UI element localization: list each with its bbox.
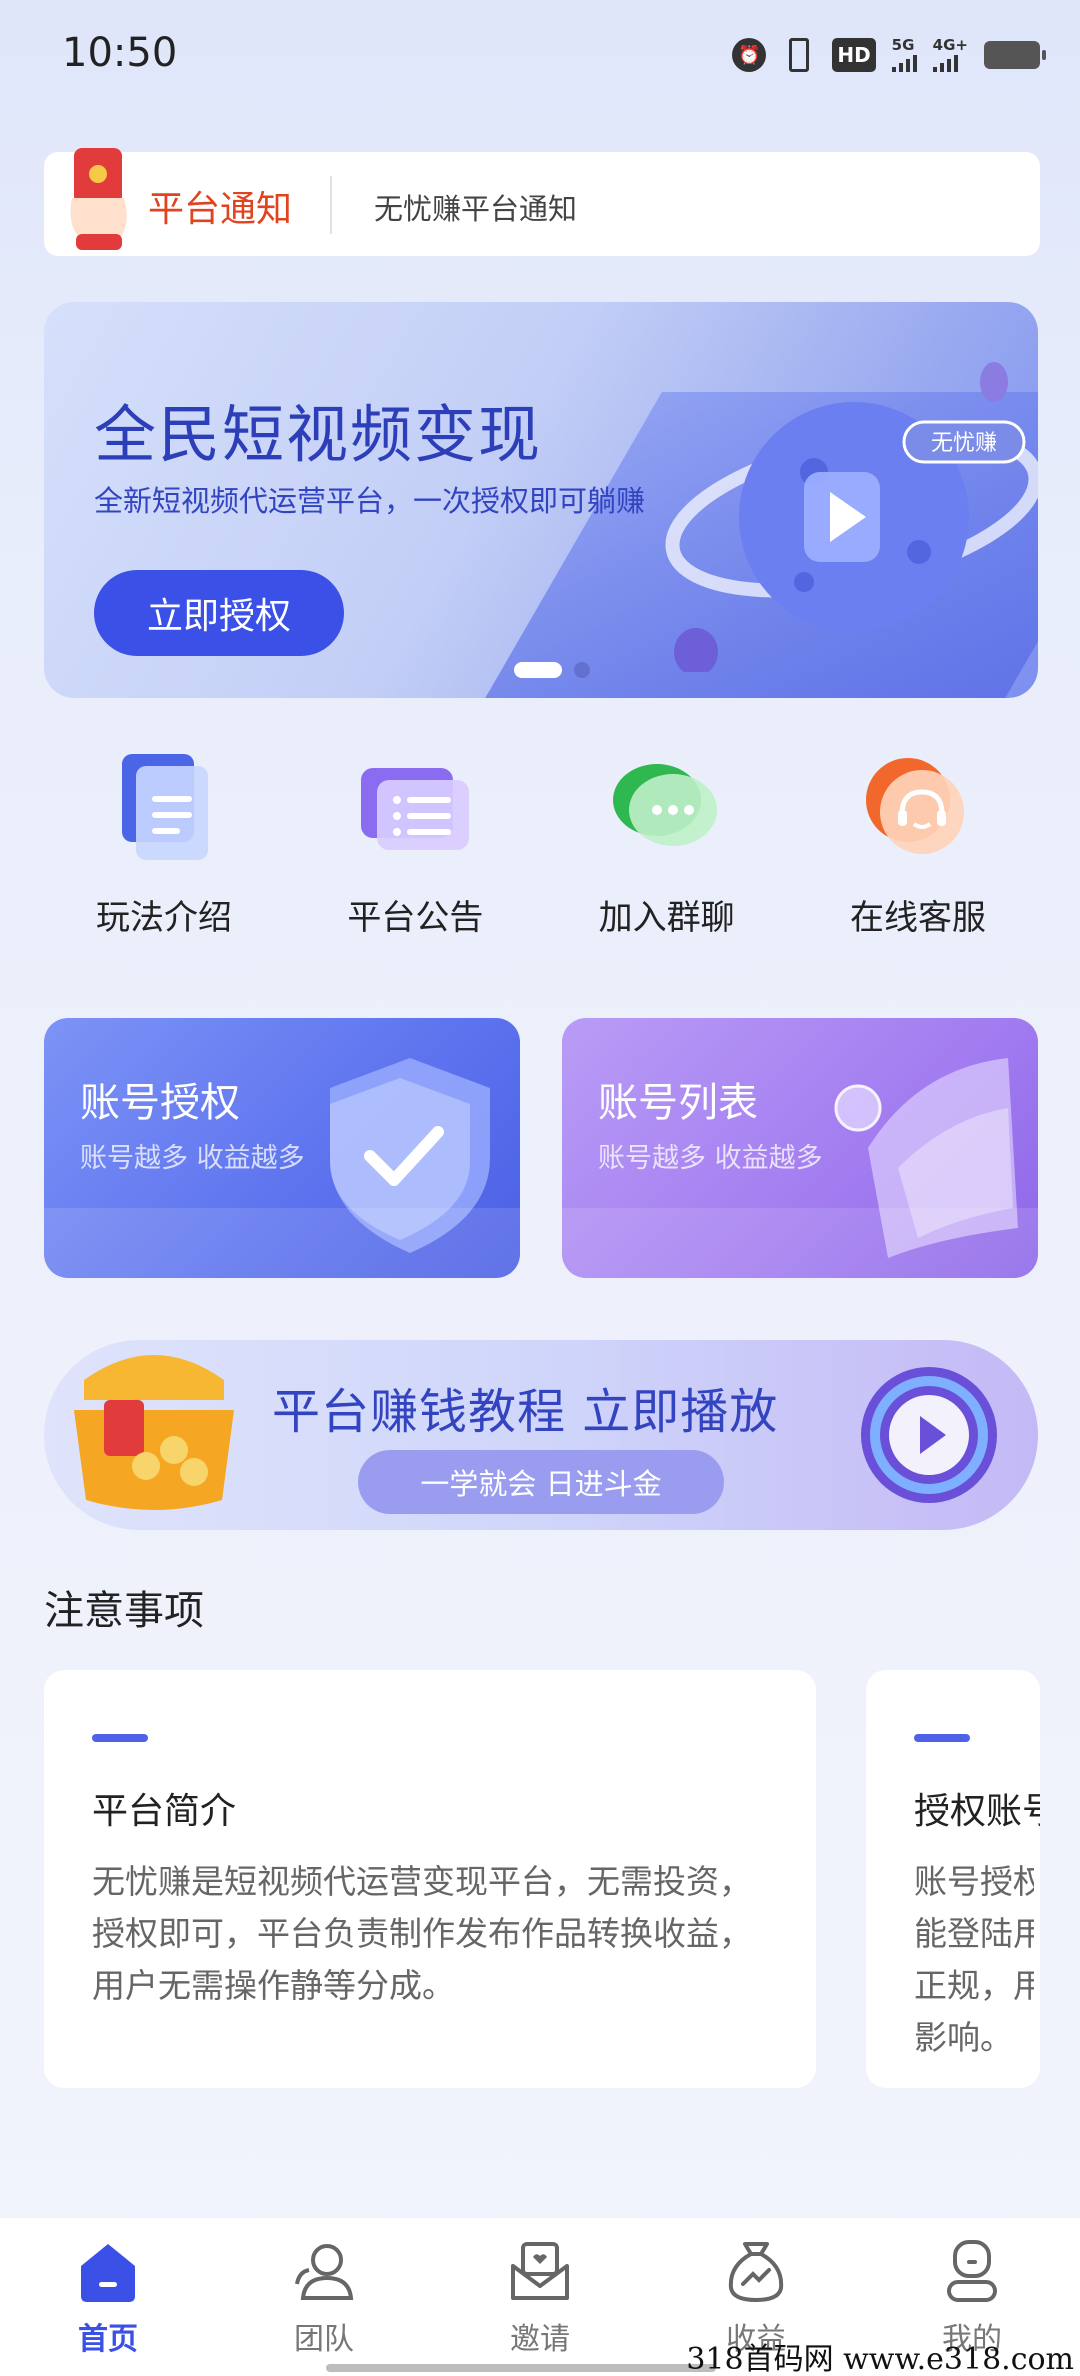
nav-label: 邀请	[510, 2322, 570, 2357]
notice-title: 平台通知	[148, 189, 293, 230]
nav-label: 首页	[78, 2322, 138, 2357]
home-indicator[interactable]	[326, 2364, 716, 2372]
note-body: 账号授权 能登陆用 正规，用 影响。	[914, 1856, 1034, 2064]
note-card-platform-intro[interactable]: 平台简介 无忧赚是短视频代运营变现平台，无需投资，授权即可，平台负责制作发布作品…	[44, 1670, 816, 2088]
account-list-card[interactable]: 账号列表 账号越多 收益越多	[562, 1018, 1038, 1278]
tutorial-tagline: 一学就会 日进斗金	[358, 1450, 724, 1514]
note-accent-bar	[92, 1734, 148, 1742]
feature-title: 账号列表	[598, 1080, 758, 1126]
alarm-icon: ⏰	[732, 38, 767, 72]
status-icons: ⏰ HD 5G 4G+	[732, 38, 1046, 72]
note-body-line: 能登陆用	[914, 1914, 1034, 1953]
tutorial-title: 平台赚钱教程 立即播放	[272, 1384, 779, 1440]
authorize-now-button[interactable]: 立即授权	[94, 570, 344, 656]
banner-badge: 无忧赚	[931, 431, 997, 456]
note-accent-bar	[914, 1734, 970, 1742]
list-icon	[361, 768, 470, 850]
quick-action-label: 加入群聊	[598, 898, 735, 938]
chat-icon	[612, 764, 717, 846]
feature-title: 账号授权	[80, 1080, 240, 1126]
invite-icon	[511, 2242, 569, 2300]
status-bar: 10:50 ⏰ HD 5G 4G+	[0, 0, 1080, 110]
quick-action-customer-service[interactable]: 在线客服	[798, 748, 1038, 948]
quick-action-gameplay-intro[interactable]: 玩法介绍	[44, 748, 284, 948]
play-icon[interactable]	[858, 1364, 1000, 1506]
vibrate-icon	[782, 38, 816, 72]
profile-icon	[947, 2240, 997, 2302]
signal-4g-icon: 4G+	[932, 38, 968, 72]
note-body-line: 账号授权	[914, 1862, 1034, 1901]
quick-action-announcement[interactable]: 平台公告	[295, 748, 535, 948]
banner-title: 全民短视频变现	[94, 398, 543, 471]
headset-icon	[865, 758, 964, 854]
promo-banner[interactable]: 全民短视频变现 全新短视频代运营平台，一次授权即可躺赚 立即授权 无忧赚	[44, 302, 1038, 698]
home-icon	[81, 2244, 135, 2302]
banner-pagination	[514, 662, 590, 678]
pagination-dot-active[interactable]	[514, 662, 562, 678]
quick-action-join-group[interactable]: 加入群聊	[547, 748, 787, 948]
battery-icon	[984, 41, 1046, 69]
quick-action-label: 玩法介绍	[96, 898, 232, 938]
note-title: 平台简介	[92, 1791, 237, 1832]
status-time: 10:50	[62, 30, 178, 76]
banner-subtitle: 全新短视频代运营平台，一次授权即可躺赚	[94, 484, 646, 518]
note-body: 无忧赚是短视频代运营变现平台，无需投资，授权即可，平台负责制作发布作品转换收益，…	[92, 1862, 752, 2005]
note-title: 授权账号	[914, 1791, 1040, 1832]
notice-divider	[330, 176, 332, 234]
tutorial-banner[interactable]: 平台赚钱教程 立即播放 一学就会 日进斗金	[44, 1340, 1038, 1530]
doc-icon	[122, 754, 208, 860]
planet-play-illustration: 无忧赚	[665, 362, 1038, 672]
treasure-box-icon	[74, 1355, 234, 1510]
notes-section-title: 注意事项	[44, 1588, 204, 1634]
red-envelope-hand-icon	[70, 148, 127, 250]
hd-icon: HD	[832, 38, 876, 72]
watermark-text: 318首码网 www.e318.com	[686, 2342, 1074, 2376]
platform-notice-bar[interactable]: 平台通知 无忧赚平台通知	[44, 148, 1040, 256]
earnings-icon	[728, 2242, 784, 2303]
signal-5g-icon: 5G	[891, 38, 917, 72]
notice-text: 无忧赚平台通知	[374, 192, 578, 226]
nav-label: 团队	[294, 2322, 354, 2357]
note-card-authorized-accounts[interactable]: 授权账号 账号授权 能登陆用 正规，用 影响。	[866, 1670, 1040, 2088]
quick-action-label: 在线客服	[849, 898, 986, 938]
quick-action-label: 平台公告	[347, 898, 484, 938]
card-band	[562, 1208, 1038, 1278]
account-authorize-card[interactable]: 账号授权 账号越多 收益越多	[44, 1018, 520, 1278]
feature-subtitle: 账号越多 收益越多	[598, 1143, 823, 1174]
note-body-line: 正规，用	[914, 1966, 1034, 2005]
nav-item-team[interactable]: 团队	[234, 2218, 414, 2376]
pagination-dot[interactable]	[574, 662, 590, 678]
quick-actions: 玩法介绍 平台公告 加入群聊 在线客服	[44, 748, 1038, 948]
team-icon	[295, 2244, 354, 2300]
feature-subtitle: 账号越多 收益越多	[80, 1143, 305, 1174]
note-body-line: 影响。	[914, 2018, 1013, 2057]
nav-item-home[interactable]: 首页	[18, 2218, 198, 2376]
nav-item-invite[interactable]: 邀请	[450, 2218, 630, 2376]
home-page: 10:50 ⏰ HD 5G 4G+ 平台通知 无忧赚平台通知 全民短视频变现 全…	[0, 0, 1080, 2376]
card-band	[44, 1208, 520, 1278]
